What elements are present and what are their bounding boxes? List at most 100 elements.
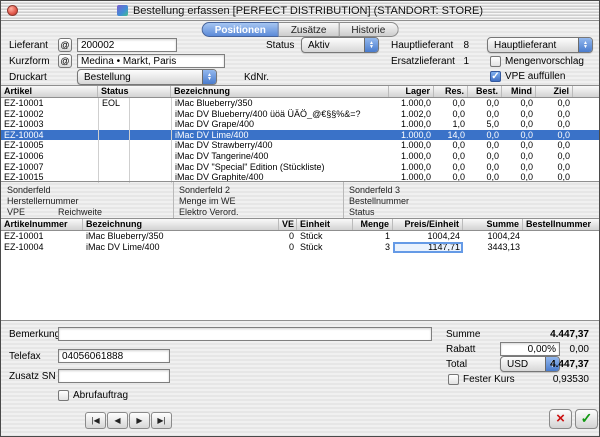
artikel-cell: EZ-10007 [1, 162, 98, 173]
artikel-cell: EZ-10005 [1, 140, 98, 151]
vpe-auffuellen-checkbox[interactable]: ✓ [490, 71, 501, 82]
tab-positionen[interactable]: Positionen [202, 22, 279, 37]
fester-kurs-checkbox[interactable] [448, 374, 459, 385]
lieferant-lookup-button[interactable]: @ [58, 38, 72, 52]
status-cell [98, 140, 129, 151]
zusatz-sn-input[interactable] [58, 369, 170, 383]
confirm-button[interactable]: ✓ [575, 409, 598, 429]
ziel-cell: 0,0 [536, 130, 573, 141]
abrufauftrag-checkbox[interactable] [58, 390, 69, 401]
ersatzlieferant-label: Ersatzlieferant [391, 56, 455, 67]
bezeichnung-cell: iMac DV Grape/400 [171, 119, 389, 130]
herstellernummer-label: Herstellernummer [7, 196, 79, 206]
res-cell: 1,0 [434, 119, 468, 130]
mengenvorschlag-checkbox[interactable] [490, 56, 501, 67]
status2-cell [129, 109, 171, 120]
kurzform-lookup-button[interactable]: @ [58, 54, 72, 68]
bemerkung-input[interactable] [58, 327, 432, 341]
druckart-dropdown[interactable]: Bestellung ▲▼ [77, 69, 217, 85]
telefax-input[interactable] [58, 349, 170, 363]
rabatt-input[interactable] [500, 342, 560, 356]
column-header [573, 86, 599, 97]
column-header: Artikel [1, 86, 98, 97]
cancel-button[interactable]: × [549, 409, 572, 429]
rabatt-value: 0,00 [570, 344, 589, 355]
column-header: Bezeichnung [171, 86, 389, 97]
table-row[interactable]: EZ-10005 iMac DV Strawberry/400 1.000,0 … [1, 140, 599, 151]
kurzform-input[interactable] [77, 54, 225, 68]
first-record-button[interactable]: |◀ [85, 412, 106, 429]
table-row[interactable]: EZ-10003 iMac DV Grape/400 1.000,0 1,0 5… [1, 119, 599, 130]
positions-table: Artikelnummer Bezeichnung VE Einheit Men… [1, 218, 599, 321]
ziel-cell: 0,0 [536, 151, 573, 162]
table-row-selected[interactable]: EZ-10004 iMac DV Lime/400 1.000,0 14,0 0… [1, 130, 599, 141]
lieferant-input[interactable] [77, 38, 177, 52]
bezeichnung-cell: iMac DV Blueberry/400 üöä ÜÄÖ_@€§§%&=? [171, 109, 389, 120]
res-cell: 14,0 [434, 130, 468, 141]
status2-cell [129, 140, 171, 151]
next-record-icon: ▶ [136, 416, 142, 425]
menge-im-we-label: Menge im WE [179, 196, 236, 206]
column-header: Lager [389, 86, 434, 97]
filler-cell [573, 98, 599, 109]
bezeichnung-cell: iMac Blueberry/350 [171, 98, 389, 109]
preis-cell: 1004,24 [393, 231, 463, 242]
bezeichnung-cell: iMac DV Tangerine/400 [171, 151, 389, 162]
last-record-icon: ▶| [157, 416, 165, 425]
panel-divider [343, 182, 344, 219]
position-row[interactable]: EZ-10001 iMac Blueberry/350 0 Stück 1 10… [1, 231, 599, 242]
status-dropdown[interactable]: Aktiv ▲▼ [301, 37, 379, 53]
status2-cell [129, 119, 171, 130]
artikel-cell: EZ-10003 [1, 119, 98, 130]
status2-cell [129, 162, 171, 173]
hauptlieferant-dropdown[interactable]: Hauptlieferant ▲▼ [487, 37, 593, 53]
table-row[interactable]: EZ-10007 iMac DV "Special" Edition (Stüc… [1, 162, 599, 173]
best-cell: 0,0 [468, 162, 502, 173]
vpe-auffuellen-label: VPE auffüllen [505, 71, 565, 82]
druckart-dropdown-value: Bestellung [84, 72, 131, 83]
summe-cell: 1004,24 [463, 231, 523, 242]
mind-cell: 0,0 [502, 98, 536, 109]
titlebar[interactable]: Bestellung erfassen [PERFECT DISTRIBUTIO… [1, 1, 599, 21]
app-icon [117, 5, 128, 16]
dropdown-arrows-icon: ▲▼ [364, 38, 378, 52]
next-record-button[interactable]: ▶ [129, 412, 150, 429]
bestellnummer-label: Bestellnummer [349, 196, 409, 206]
ve-cell: 0 [279, 231, 297, 242]
einheit-cell: Stück [297, 231, 353, 242]
zusatz-sn-label: Zusatz SN [9, 371, 56, 382]
position-row[interactable]: EZ-10004 iMac DV Lime/400 0 Stück 3 1147… [1, 242, 599, 253]
dropdown-arrows-icon: ▲▼ [578, 38, 592, 52]
previous-record-button[interactable]: ◀ [107, 412, 128, 429]
currency-dropdown-value: USD [507, 359, 528, 370]
artikel-cell: EZ-10001 [1, 98, 98, 109]
tab-historie[interactable]: Historie [339, 22, 398, 37]
res-cell: 0,0 [434, 109, 468, 120]
app-window: Bestellung erfassen [PERFECT DISTRIBUTIO… [0, 0, 600, 437]
res-cell: 0,0 [434, 140, 468, 151]
res-cell: 0,0 [434, 162, 468, 173]
res-cell: 0,0 [434, 151, 468, 162]
telefax-label: Telefax [9, 351, 41, 362]
ziel-cell: 0,0 [536, 162, 573, 173]
einheit-cell: Stück [297, 242, 353, 253]
fester-kurs-label: Fester Kurs [463, 374, 515, 385]
best-cell: 0,0 [468, 130, 502, 141]
table-row[interactable]: EZ-10001 EOL iMac Blueberry/350 1.000,0 … [1, 98, 599, 109]
last-record-button[interactable]: ▶| [151, 412, 172, 429]
preis-cell-editing[interactable]: 1147,71 [393, 242, 463, 253]
close-button[interactable] [7, 5, 18, 16]
table-row[interactable]: EZ-10002 iMac DV Blueberry/400 üöä ÜÄÖ_@… [1, 109, 599, 120]
tab-zusaetze[interactable]: Zusätze [279, 22, 340, 37]
summe-cell: 3443,13 [463, 242, 523, 253]
kdnr-label: KdNr. [244, 72, 269, 83]
status-cell [98, 130, 129, 141]
filler-cell [573, 140, 599, 151]
status-dropdown-value: Aktiv [308, 40, 330, 51]
bezeichnung-cell: iMac DV Strawberry/400 [171, 140, 389, 151]
table-row[interactable]: EZ-10006 iMac DV Tangerine/400 1.000,0 0… [1, 151, 599, 162]
bemerkung-label: Bemerkung [9, 329, 60, 340]
positions-table-header: Artikelnummer Bezeichnung VE Einheit Men… [1, 219, 599, 231]
best-cell: 0,0 [468, 140, 502, 151]
status-cell [98, 109, 129, 120]
